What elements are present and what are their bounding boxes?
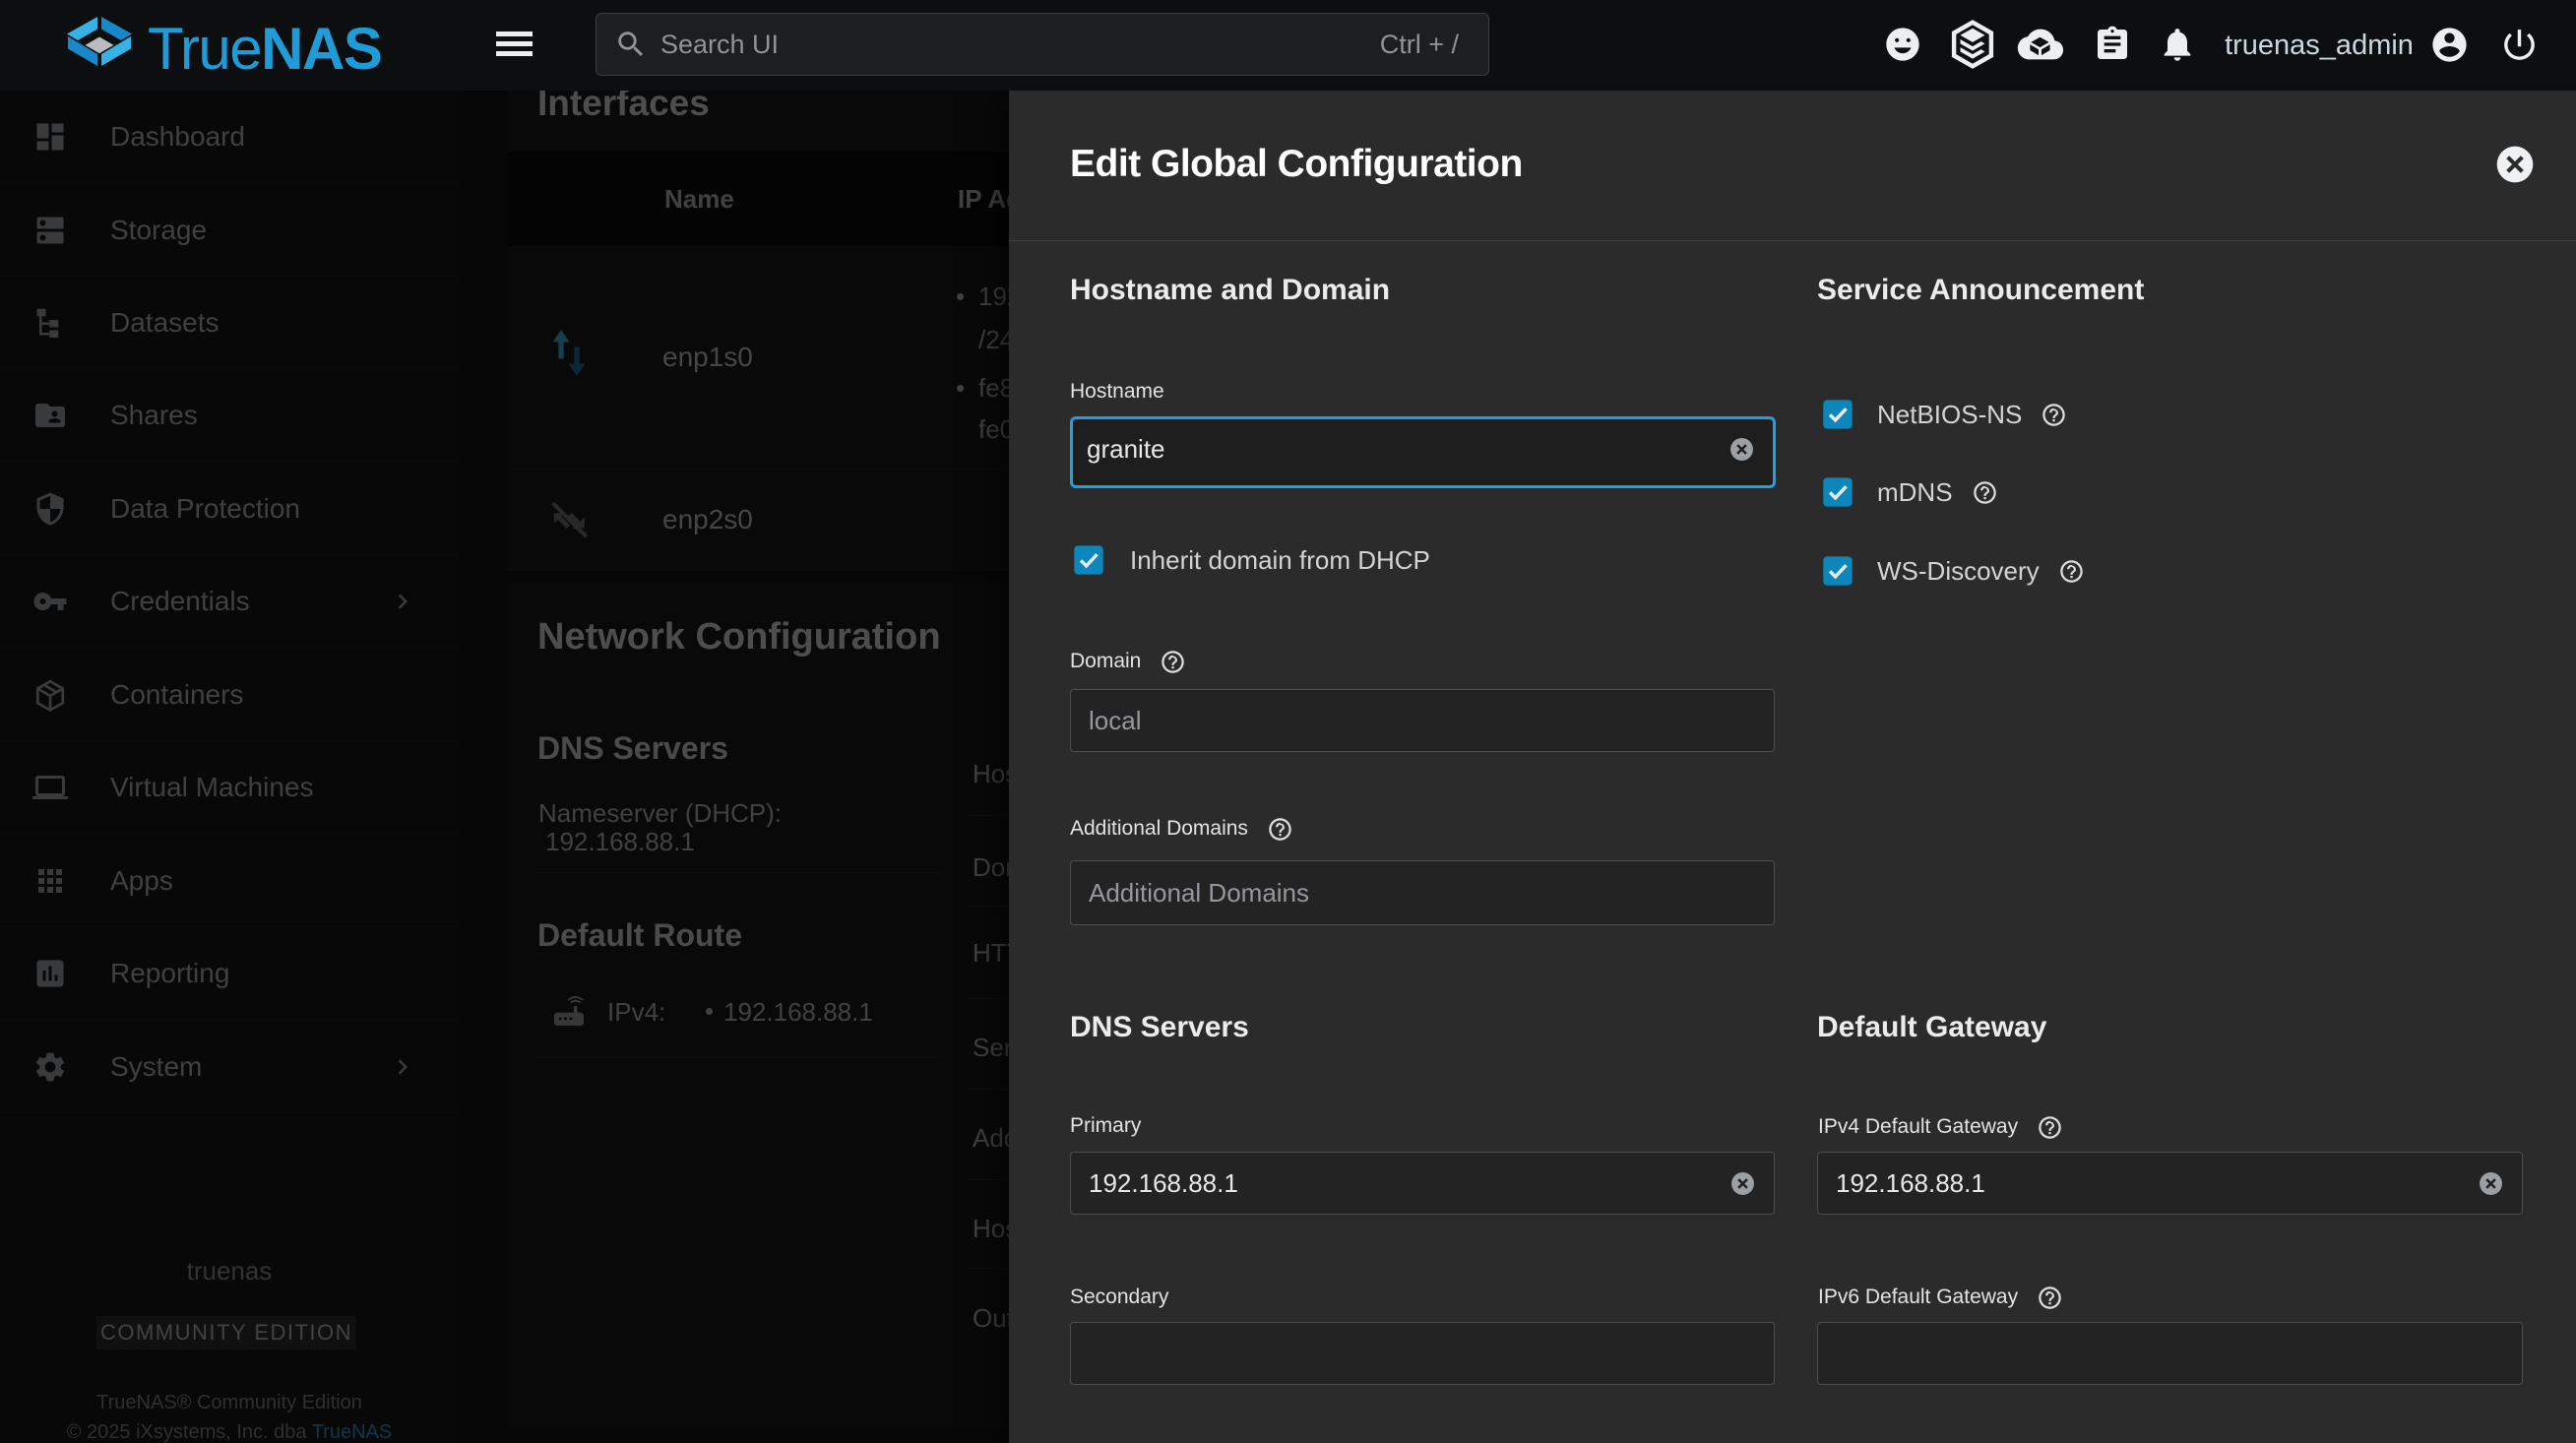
mdns-checkbox-row[interactable]: mDNS bbox=[1822, 476, 1998, 508]
truenas-connect-icon[interactable] bbox=[2015, 27, 2064, 62]
hostname-field-label: Hostname bbox=[1070, 380, 1164, 404]
inherit-domain-label: Inherit domain from DHCP bbox=[1130, 545, 1430, 576]
primary-dns-label: Primary bbox=[1070, 1114, 1141, 1138]
help-icon[interactable] bbox=[2037, 1114, 2063, 1141]
section-hostname-and-domain: Hostname and Domain bbox=[1070, 274, 1390, 307]
checkbox-checked-icon[interactable] bbox=[1822, 476, 1853, 508]
netbios-ns-label: NetBIOS-NS bbox=[1877, 400, 2022, 430]
feedback-icon[interactable] bbox=[1883, 25, 1922, 64]
jobs-icon[interactable] bbox=[2093, 25, 2132, 64]
domain-value: local bbox=[1089, 706, 1774, 736]
ipv4-gateway-label: IPv4 Default Gateway bbox=[1818, 1115, 2018, 1139]
domain-field-label-row: Domain bbox=[1070, 648, 1186, 675]
help-icon[interactable] bbox=[2041, 402, 2067, 428]
alerts-bell-icon[interactable] bbox=[2158, 25, 2197, 64]
ipv4-gateway-label-row: IPv4 Default Gateway bbox=[1818, 1113, 2063, 1141]
panel-title: Edit Global Configuration bbox=[1070, 143, 1523, 186]
clear-input-icon[interactable] bbox=[1730, 1171, 1755, 1196]
additional-domains-label: Additional Domains bbox=[1070, 817, 1248, 841]
brand-wordmark: TrueNAS bbox=[148, 15, 381, 83]
additional-domains-label-row: Additional Domains bbox=[1070, 815, 1293, 843]
secondary-dns-input[interactable] bbox=[1070, 1322, 1775, 1385]
ipv4-gateway-value: 192.168.88.1 bbox=[1836, 1168, 2479, 1199]
section-default-gateway: Default Gateway bbox=[1817, 1011, 2046, 1044]
domain-input[interactable]: local bbox=[1070, 689, 1775, 752]
ipv6-gateway-input[interactable] bbox=[1817, 1322, 2523, 1385]
additional-domains-placeholder: Additional Domains bbox=[1089, 878, 1774, 909]
divider bbox=[1009, 240, 2576, 241]
checkbox-checked-icon[interactable] bbox=[1073, 544, 1104, 576]
power-icon[interactable] bbox=[2499, 25, 2540, 65]
ipv6-gateway-label: IPv6 Default Gateway bbox=[1818, 1286, 2018, 1309]
help-icon[interactable] bbox=[1267, 816, 1293, 843]
primary-dns-input[interactable]: 192.168.88.1 bbox=[1070, 1152, 1775, 1215]
secondary-dns-label: Secondary bbox=[1070, 1286, 1168, 1309]
help-icon[interactable] bbox=[2058, 558, 2085, 585]
checkbox-checked-icon[interactable] bbox=[1822, 555, 1853, 587]
additional-domains-input[interactable]: Additional Domains bbox=[1070, 860, 1775, 925]
menu-toggle-icon[interactable] bbox=[496, 31, 533, 56]
domain-field-label: Domain bbox=[1070, 650, 1141, 673]
ws-discovery-label: WS-Discovery bbox=[1877, 556, 2040, 587]
help-icon[interactable] bbox=[1972, 479, 1998, 506]
search-placeholder: Search UI bbox=[660, 30, 1380, 60]
help-icon[interactable] bbox=[2037, 1285, 2063, 1311]
mdns-label: mDNS bbox=[1877, 477, 1953, 508]
hostname-value: granite bbox=[1087, 434, 1729, 465]
hostname-input[interactable]: granite bbox=[1070, 416, 1776, 488]
close-icon[interactable] bbox=[2495, 145, 2535, 184]
truenas-logo-icon[interactable] bbox=[66, 17, 133, 72]
clear-input-icon[interactable] bbox=[1729, 437, 1754, 462]
ws-discovery-checkbox-row[interactable]: WS-Discovery bbox=[1822, 555, 2085, 587]
top-toolbar: TrueNAS Search UI Ctrl + / truenas_admin bbox=[0, 0, 2576, 91]
section-dns-servers: DNS Servers bbox=[1070, 1011, 1249, 1044]
help-icon[interactable] bbox=[1160, 649, 1186, 675]
netbios-ns-checkbox-row[interactable]: NetBIOS-NS bbox=[1822, 399, 2067, 430]
ipv6-gateway-label-row: IPv6 Default Gateway bbox=[1818, 1284, 2063, 1311]
search-shortcut-hint: Ctrl + / bbox=[1380, 30, 1459, 60]
truecommand-icon[interactable] bbox=[1950, 20, 1995, 69]
ipv4-gateway-input[interactable]: 192.168.88.1 bbox=[1817, 1152, 2523, 1215]
primary-dns-value: 192.168.88.1 bbox=[1089, 1168, 1730, 1199]
account-icon[interactable] bbox=[2429, 25, 2470, 65]
search-icon bbox=[614, 28, 648, 61]
global-search-input[interactable]: Search UI Ctrl + / bbox=[596, 13, 1489, 76]
checkbox-checked-icon[interactable] bbox=[1822, 399, 1853, 430]
edit-global-configuration-panel: Edit Global Configuration Hostname and D… bbox=[1009, 91, 2576, 1443]
inherit-domain-checkbox-row[interactable]: Inherit domain from DHCP bbox=[1073, 544, 1430, 576]
section-service-announcement: Service Announcement bbox=[1817, 274, 2144, 307]
clear-input-icon[interactable] bbox=[2479, 1171, 2503, 1196]
username-label: truenas_admin bbox=[2225, 0, 2414, 91]
